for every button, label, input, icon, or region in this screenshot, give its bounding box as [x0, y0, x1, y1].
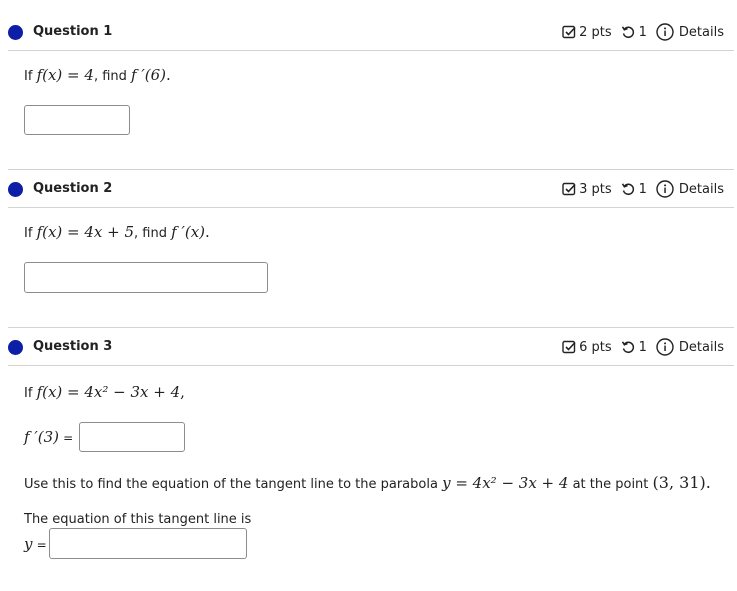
question-meta: 2 pts 1 Details	[562, 23, 724, 41]
question-meta: 6 pts 1 Details	[562, 338, 724, 356]
prompt-mid: , find	[93, 69, 127, 84]
tangent-text: Use this to find the equation of the tan…	[24, 477, 438, 492]
check-square-icon	[562, 25, 576, 39]
info-circle-icon[interactable]	[656, 23, 674, 41]
retry-icon	[621, 340, 635, 354]
details-link[interactable]: Details	[679, 182, 724, 197]
point-coordinates: (3, 31).	[652, 473, 711, 492]
question-1-header: Question 1 2 pts 1 Details	[0, 13, 737, 51]
divider	[8, 207, 734, 208]
equals-sign: =	[36, 538, 47, 552]
question-2-prompt: If f(x) = 4x + 5, find f ′(x).	[24, 223, 210, 241]
points-label: 2 pts	[579, 24, 612, 40]
question-2-header: Question 2 3 pts 1 Details	[0, 170, 737, 208]
question-title: Question 3	[33, 339, 113, 354]
check-square-icon	[562, 340, 576, 354]
points-label: 3 pts	[579, 181, 612, 197]
retry-icon	[621, 182, 635, 196]
details-link[interactable]: Details	[679, 25, 724, 40]
derivative-target: f ′(6)	[131, 66, 167, 84]
attempts-label: 1	[638, 181, 647, 197]
question-title: Question 1	[33, 24, 113, 39]
derivative-input[interactable]	[79, 422, 185, 452]
derivative-target: f ′(x)	[171, 223, 206, 241]
parabola-equation: y = 4x² − 3x + 4	[442, 474, 569, 492]
prompt-lead: If	[24, 69, 33, 84]
question-status-dot	[8, 182, 23, 197]
attempts-label: 1	[638, 339, 647, 355]
question-3-header: Question 3 6 pts 1 Details	[0, 328, 737, 366]
prompt-mid: , find	[134, 226, 167, 241]
answer-input[interactable]	[24, 105, 130, 135]
question-meta: 3 pts 1 Details	[562, 180, 724, 198]
retry-icon	[621, 25, 635, 39]
prompt-lead: If	[24, 226, 33, 241]
derivative-row: f ′(3) =	[24, 428, 73, 446]
check-square-icon	[562, 182, 576, 196]
prompt-end: .	[205, 223, 210, 241]
info-circle-icon[interactable]	[656, 338, 674, 356]
divider	[8, 50, 734, 51]
y-label: y	[24, 535, 33, 553]
derivative-label: f ′(3)	[24, 428, 59, 446]
equals-sign: =	[63, 431, 74, 445]
tangent-instruction: Use this to find the equation of the tan…	[24, 473, 711, 492]
points-label: 6 pts	[579, 339, 612, 355]
prompt-end: .	[166, 66, 171, 84]
question-3-prompt: If f(x) = 4x² − 3x + 4,	[24, 383, 185, 401]
question-title: Question 2	[33, 181, 113, 196]
prompt-end: ,	[180, 383, 185, 401]
function-definition: f(x) = 4	[36, 66, 94, 84]
divider	[8, 365, 734, 366]
equation-label: The equation of this tangent line is	[24, 512, 252, 527]
prompt-lead: If	[24, 386, 33, 401]
y-row: y =	[24, 535, 47, 553]
function-definition: f(x) = 4x + 5	[36, 223, 135, 241]
attempts-label: 1	[638, 24, 647, 40]
question-1-prompt: If f(x) = 4, find f ′(6).	[24, 66, 171, 84]
at-point-text: at the point	[572, 477, 649, 492]
function-definition: f(x) = 4x² − 3x + 4	[36, 383, 181, 401]
question-status-dot	[8, 25, 23, 40]
details-link[interactable]: Details	[679, 340, 724, 355]
question-status-dot	[8, 340, 23, 355]
info-circle-icon[interactable]	[656, 180, 674, 198]
answer-input[interactable]	[24, 262, 268, 293]
tangent-line-input[interactable]	[49, 528, 247, 559]
